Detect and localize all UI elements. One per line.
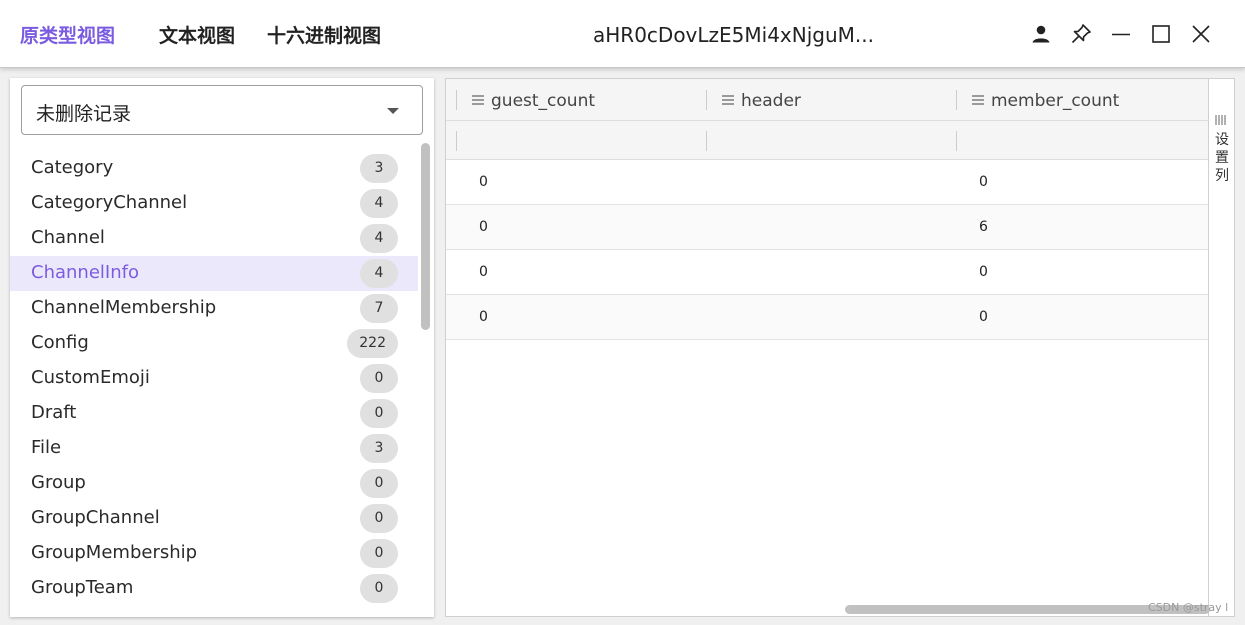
- table-row[interactable]: 00: [446, 295, 1208, 340]
- column-header[interactable]: guest_count: [456, 79, 706, 121]
- record-count-badge: 0: [360, 504, 398, 533]
- column-header-label: guest_count: [491, 91, 596, 111]
- filter-divider: [956, 131, 957, 151]
- table-row[interactable]: 00: [446, 160, 1208, 205]
- table-list-item[interactable]: CustomEmoji 0: [10, 361, 418, 396]
- table-row[interactable]: 06: [446, 205, 1208, 250]
- table-name: Group: [31, 472, 86, 493]
- table-list-item[interactable]: Group 0: [10, 466, 418, 501]
- table-list-item[interactable]: Channel 4: [10, 221, 418, 256]
- table-list-item[interactable]: GroupMembership 0: [10, 536, 418, 571]
- tab-text-view[interactable]: 文本视图: [159, 21, 235, 48]
- table-name: GroupMembership: [31, 542, 198, 563]
- tab-raw-type-view[interactable]: 原类型视图: [20, 21, 115, 48]
- table-list-item[interactable]: Config 222: [10, 326, 418, 361]
- table-name: CategoryChannel: [31, 192, 188, 213]
- data-grid: guest_count header member_count 00060000: [446, 79, 1208, 616]
- column-header-label: member_count: [991, 91, 1120, 111]
- table-list-item[interactable]: ChannelInfo 4: [10, 256, 418, 291]
- user-icon[interactable]: [1029, 22, 1053, 46]
- record-count-badge: 3: [360, 434, 398, 463]
- columns-icon: [1215, 115, 1226, 125]
- table-list-item[interactable]: ChannelMembership 7: [10, 291, 418, 326]
- record-count-badge: 4: [360, 189, 398, 218]
- table-list-panel: 未删除记录 Category 3 CategoryChannel 4 Channel 4 C…: [10, 78, 434, 617]
- record-count-badge: 4: [360, 259, 398, 288]
- close-icon[interactable]: [1189, 22, 1213, 46]
- column-header[interactable]: header: [706, 79, 956, 121]
- column-settings-label: 设置列: [1215, 132, 1229, 184]
- grid-cell-member-count[interactable]: 6: [979, 219, 988, 235]
- table-row[interactable]: 00: [446, 250, 1208, 295]
- record-count-badge: 0: [360, 574, 398, 603]
- table-name: GroupTeam: [31, 577, 134, 598]
- table-list-item[interactable]: CategoryChannel 4: [10, 186, 418, 221]
- grid-cell-guest-count[interactable]: 0: [479, 264, 488, 280]
- grid-filter-row[interactable]: [446, 121, 1208, 160]
- record-count-badge: 7: [360, 294, 398, 323]
- grid-cell-guest-count[interactable]: 0: [479, 309, 488, 325]
- column-settings-sidebar[interactable]: 设置列: [1208, 79, 1234, 616]
- watermark: CSDN @stray l: [1148, 601, 1229, 614]
- column-menu-icon[interactable]: [722, 95, 734, 105]
- record-count-badge: 222: [347, 329, 398, 358]
- column-divider: [456, 90, 457, 110]
- table-name: ChannelInfo: [31, 262, 139, 283]
- pin-icon[interactable]: [1069, 22, 1093, 46]
- window-title: aHR0cDovLzE5Mi4xNjguM...: [593, 23, 874, 47]
- table-name: Config: [31, 332, 89, 353]
- table-list-item[interactable]: Category 3: [10, 151, 418, 186]
- column-menu-icon[interactable]: [972, 95, 984, 105]
- tab-hex-view[interactable]: 十六进制视图: [267, 21, 381, 48]
- filter-divider: [456, 131, 457, 151]
- grid-cell-guest-count[interactable]: 0: [479, 219, 488, 235]
- column-header[interactable]: member_count: [956, 79, 1206, 121]
- table-list-item[interactable]: File 3: [10, 431, 418, 466]
- table-list-item[interactable]: GroupTeam 0: [10, 571, 418, 606]
- table-name: ChannelMembership: [31, 297, 217, 318]
- table-list-scrollbar[interactable]: [421, 143, 430, 330]
- grid-cell-member-count[interactable]: 0: [979, 174, 988, 190]
- table-list: Category 3 CategoryChannel 4 Channel 4 Channel…: [10, 151, 418, 606]
- grid-header: guest_count header member_count: [446, 79, 1208, 121]
- column-divider: [956, 90, 957, 110]
- record-count-badge: 0: [360, 469, 398, 498]
- record-count-badge: 0: [360, 539, 398, 568]
- data-grid-panel: guest_count header member_count 00060000 设…: [445, 78, 1235, 617]
- column-divider: [706, 90, 707, 110]
- table-name: CustomEmoji: [31, 367, 150, 388]
- record-filter-select[interactable]: 未删除记录: [21, 85, 423, 135]
- column-header-label: header: [741, 91, 801, 111]
- record-filter-value: 未删除记录: [36, 103, 132, 125]
- grid-cell-member-count[interactable]: 0: [979, 309, 988, 325]
- column-menu-icon[interactable]: [472, 95, 484, 105]
- grid-cell-guest-count[interactable]: 0: [479, 174, 488, 190]
- minimize-icon[interactable]: [1109, 22, 1133, 46]
- maximize-icon[interactable]: [1149, 22, 1173, 46]
- table-name: GroupChannel: [31, 507, 160, 528]
- filter-divider: [706, 131, 707, 151]
- grid-cell-member-count[interactable]: 0: [979, 264, 988, 280]
- table-name: File: [31, 437, 62, 458]
- record-count-badge: 0: [360, 364, 398, 393]
- record-count-badge: 0: [360, 399, 398, 428]
- table-list-item[interactable]: GroupChannel 0: [10, 501, 418, 536]
- table-name: Channel: [31, 227, 105, 248]
- caret-down-icon: [387, 108, 399, 114]
- table-name: Draft: [31, 402, 77, 423]
- table-list-item[interactable]: Draft 0: [10, 396, 418, 431]
- record-count-badge: 4: [360, 224, 398, 253]
- title-bar: 原类型视图 文本视图 十六进制视图 aHR0cDovLzE5Mi4xNjguM.…: [0, 0, 1245, 68]
- table-name: Category: [31, 157, 114, 178]
- record-count-badge: 3: [360, 154, 398, 183]
